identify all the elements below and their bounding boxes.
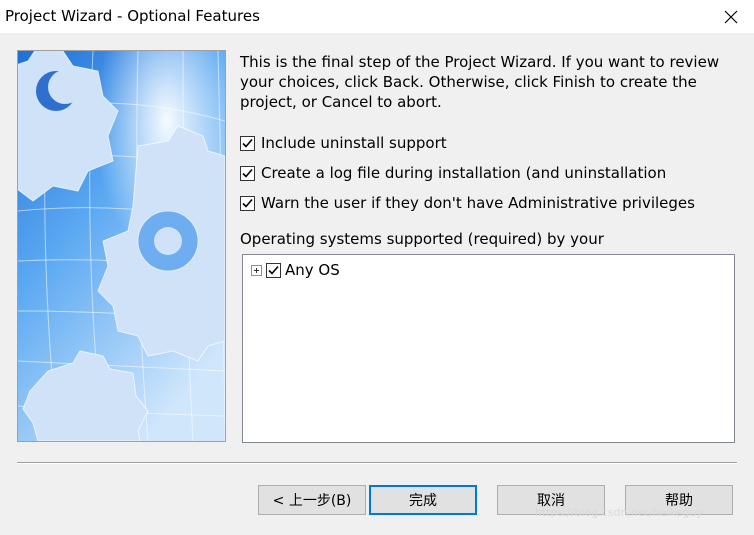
checkbox[interactable]	[240, 195, 255, 211]
back-button[interactable]: < 上一步(B)	[258, 485, 366, 515]
option-label: Warn the user if they don't have Adminis…	[261, 194, 695, 212]
os-tree[interactable]: Any OS	[242, 254, 735, 443]
close-button[interactable]	[708, 0, 754, 33]
option-label: Include uninstall support	[261, 134, 447, 152]
check-icon	[242, 168, 253, 178]
watermark: https://blog.csdn.net/heikeguy	[535, 506, 703, 519]
option-log-file[interactable]: Create a log file during installation (a…	[240, 163, 666, 183]
check-icon	[268, 265, 279, 275]
checkbox[interactable]	[266, 262, 281, 278]
close-icon	[724, 10, 738, 23]
window-title: Project Wizard - Optional Features	[5, 7, 260, 25]
tree-item-any-os[interactable]: Any OS	[251, 261, 340, 279]
wizard-artwork	[17, 50, 226, 442]
title-bar: Project Wizard - Optional Features	[0, 0, 754, 33]
option-admin-warning[interactable]: Warn the user if they don't have Adminis…	[240, 193, 695, 213]
check-icon	[242, 198, 253, 208]
tree-item-label: Any OS	[285, 261, 340, 279]
checkbox[interactable]	[240, 135, 255, 151]
os-section-label: Operating systems supported (required) b…	[240, 230, 604, 248]
intro-text: This is the final step of the Project Wi…	[240, 53, 720, 111]
dialog-body: This is the final step of the Project Wi…	[0, 33, 754, 535]
checkbox[interactable]	[240, 165, 255, 181]
plus-box-icon[interactable]	[251, 264, 262, 276]
option-label: Create a log file during installation (a…	[261, 164, 667, 182]
separator	[17, 462, 737, 464]
option-uninstall-support[interactable]: Include uninstall support	[240, 133, 447, 153]
gears-illustration-icon	[18, 51, 225, 441]
finish-button[interactable]: 完成	[369, 485, 477, 515]
check-icon	[242, 138, 253, 148]
